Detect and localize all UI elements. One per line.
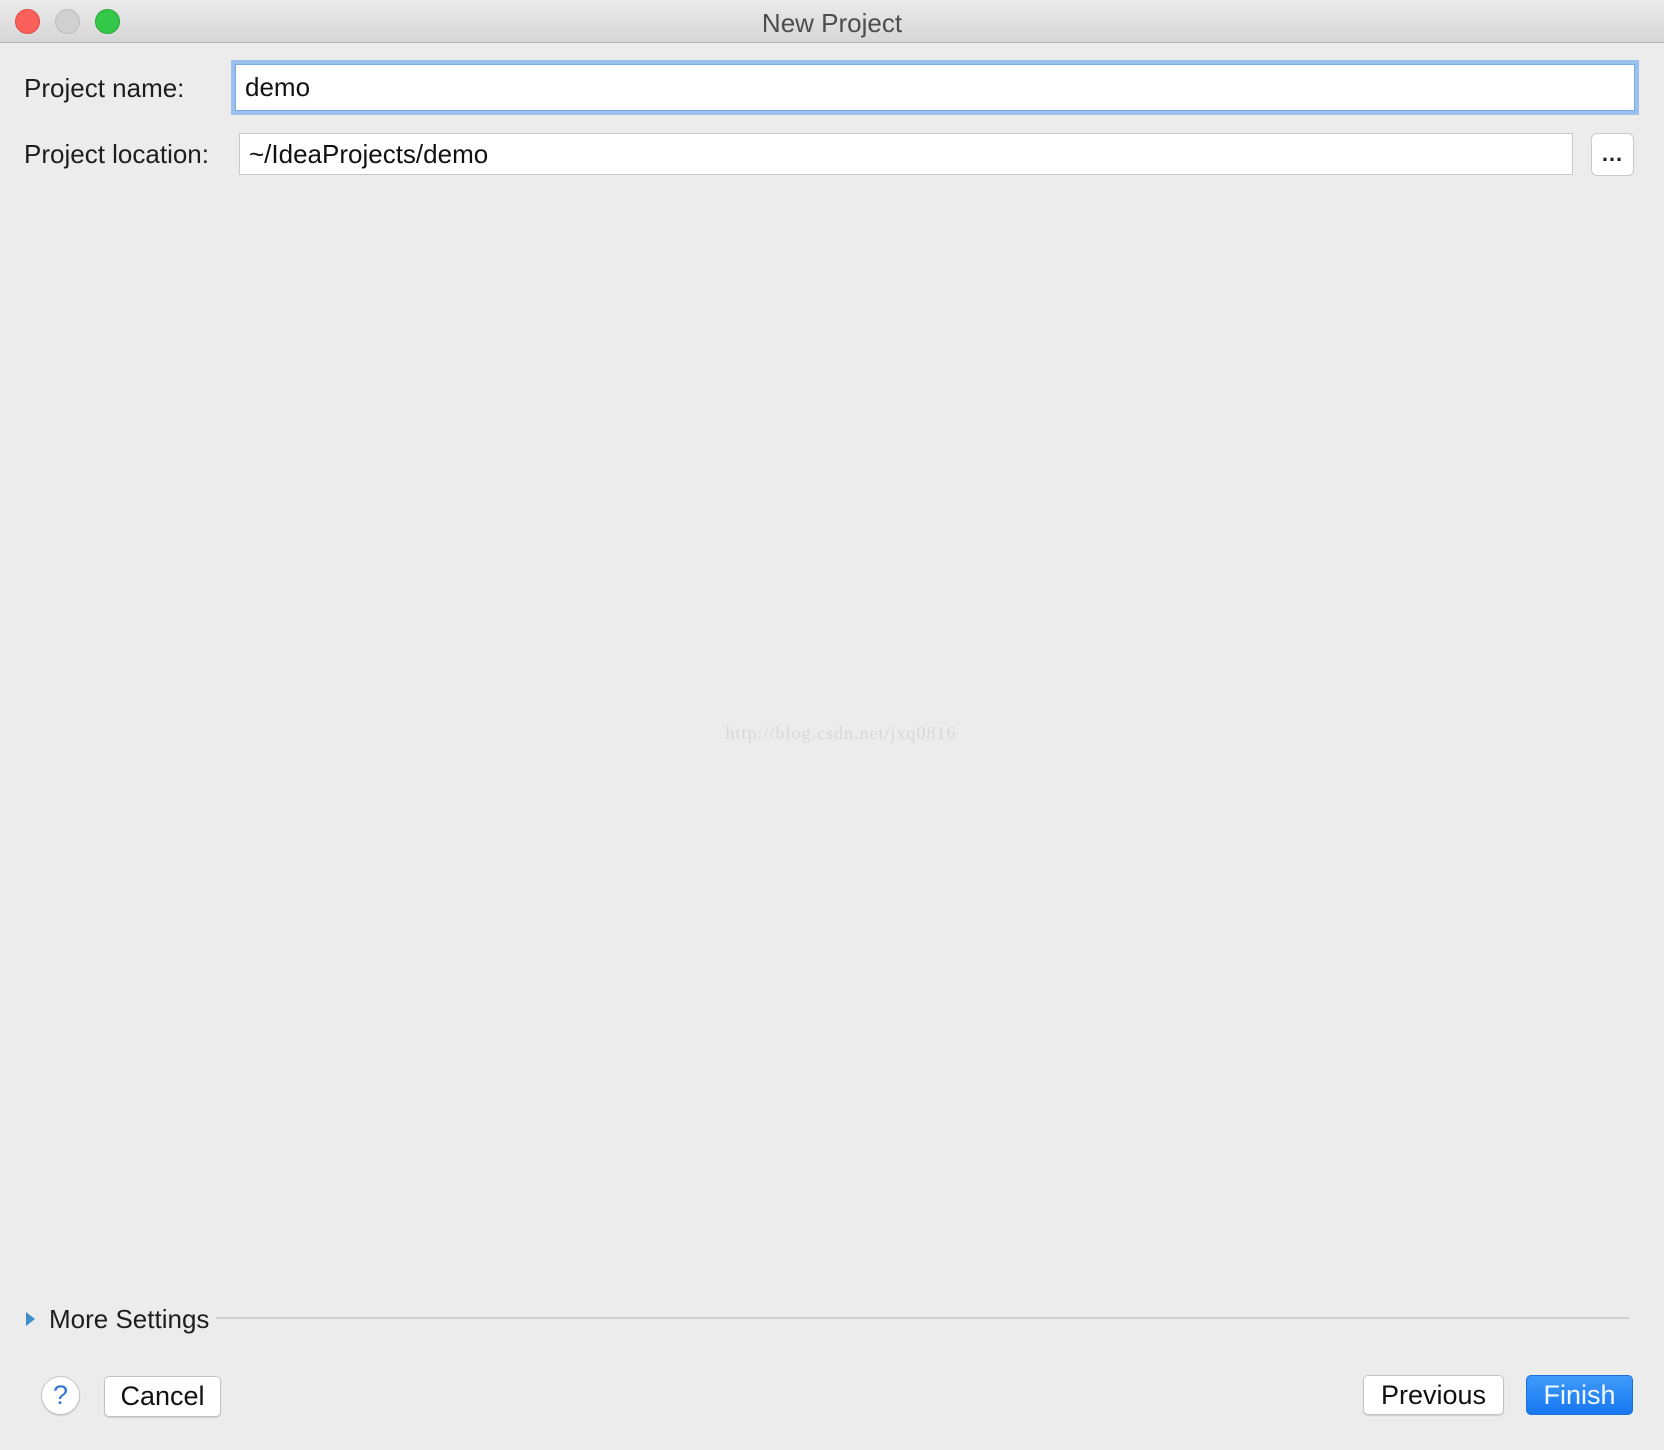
more-settings-separator <box>216 1317 1629 1319</box>
cancel-button[interactable]: Cancel <box>104 1376 221 1417</box>
project-location-label: Project location: <box>24 139 209 169</box>
more-settings-label: More Settings <box>49 1303 210 1334</box>
disclosure-triangle-icon <box>26 1312 35 1326</box>
new-project-dialog: New Project Project name: demo Project l… <box>0 0 1664 1450</box>
project-location-value: ~/IdeaProjects/demo <box>249 138 489 169</box>
window-title: New Project <box>761 8 903 38</box>
project-name-input[interactable]: demo <box>235 64 1635 111</box>
finish-button[interactable]: Finish <box>1526 1375 1633 1415</box>
watermark-text: http://blog.csdn.net/jxq0816 <box>725 723 957 743</box>
project-name-value: demo <box>245 72 311 102</box>
more-settings-toggle[interactable]: More Settings <box>24 1302 209 1336</box>
previous-button[interactable]: Previous <box>1363 1375 1504 1415</box>
question-mark-icon: ? <box>52 1380 69 1410</box>
project-name-label: Project name: <box>24 73 185 103</box>
title-bar[interactable]: New Project <box>0 0 1664 43</box>
browse-location-button[interactable]: ... <box>1591 133 1634 176</box>
ellipsis-icon: ... <box>1601 141 1624 166</box>
help-button[interactable]: ? <box>41 1376 80 1415</box>
project-location-input[interactable]: ~/IdeaProjects/demo <box>239 133 1573 175</box>
